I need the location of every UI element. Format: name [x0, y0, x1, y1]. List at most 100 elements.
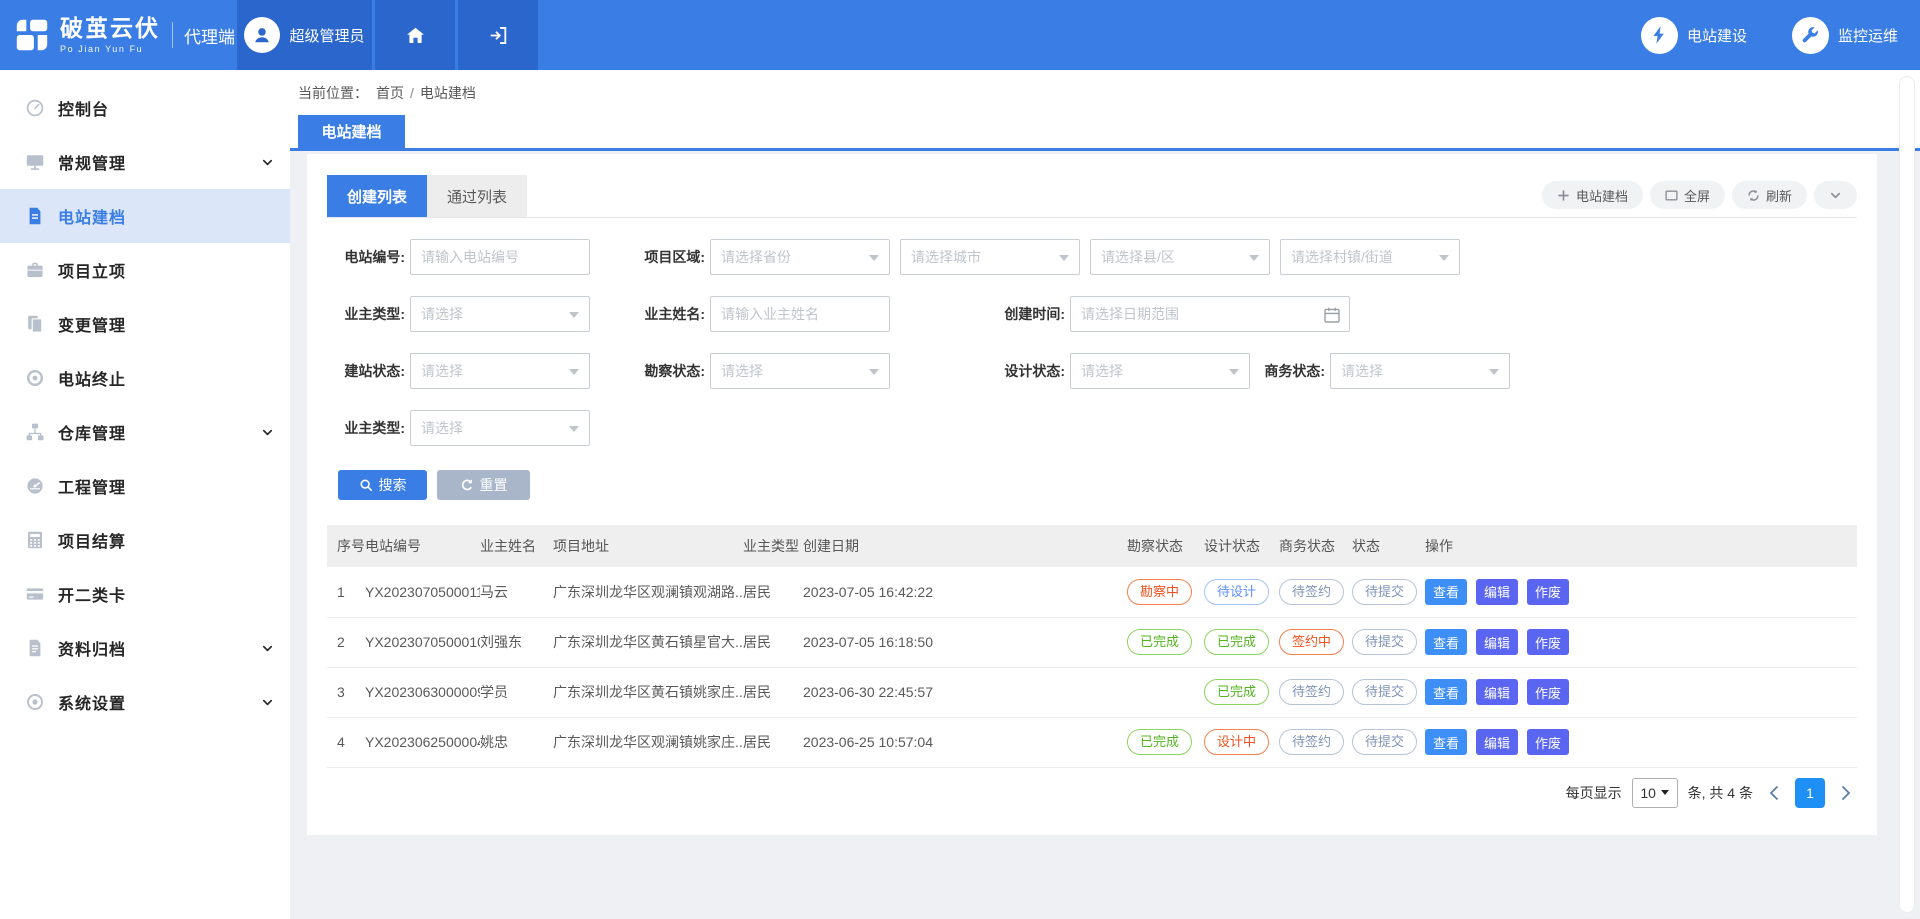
cell-business-status: 待签约	[1279, 567, 1352, 617]
dashboard-icon	[25, 98, 45, 118]
pagination: 每页显示 10 条, 共 4 条 1	[327, 778, 1857, 808]
view-button[interactable]: 查看	[1425, 679, 1467, 705]
select-input[interactable]: 请选择村镇/街道	[1280, 239, 1460, 275]
fullscreen-icon	[1665, 189, 1678, 202]
text-input[interactable]	[710, 296, 890, 332]
sidebar-item-warehouse-mgmt[interactable]: 仓库管理	[0, 405, 290, 459]
sidebar-item-engineering-mgmt[interactable]: 工程管理	[0, 459, 290, 513]
cell-created-date: 2023-07-05 16:18:50	[803, 617, 1127, 667]
view-button[interactable]: 查看	[1425, 629, 1467, 655]
select-input[interactable]: 请选择	[410, 353, 590, 389]
column-header: 勘察状态	[1127, 525, 1204, 567]
cell-seq: 1	[327, 567, 365, 617]
user-name: 超级管理员	[289, 25, 364, 46]
cell-owner-name: 刘强东	[480, 617, 553, 667]
column-header: 操作	[1425, 525, 1857, 567]
sidebar-item-label: 系统设置	[58, 690, 126, 714]
sidebar-item-project-settlement[interactable]: 项目结算	[0, 513, 290, 567]
tab-create-list[interactable]: 创建列表	[327, 175, 427, 217]
settings-icon	[25, 692, 45, 712]
sidebar-item-system-settings[interactable]: 系统设置	[0, 675, 290, 729]
sidebar-item-general-mgmt[interactable]: 常规管理	[0, 135, 290, 189]
logout-button[interactable]	[458, 0, 538, 70]
prev-page-button[interactable]	[1763, 782, 1785, 804]
edit-button[interactable]: 编辑	[1476, 679, 1518, 705]
chevron-down-icon	[261, 642, 274, 655]
status-badge: 待签约	[1279, 729, 1344, 755]
cell-owner-type: 居民	[743, 617, 803, 667]
fullscreen-button[interactable]: 全屏	[1650, 181, 1725, 209]
wrench-icon	[1792, 17, 1829, 54]
column-header: 创建日期	[803, 525, 1127, 567]
edit-button[interactable]: 编辑	[1476, 629, 1518, 655]
cell-status: 待提交	[1352, 717, 1425, 767]
select-input[interactable]: 请选择	[410, 296, 590, 332]
cell-business-status: 待签约	[1279, 667, 1352, 717]
sidebar-item-console[interactable]: 控制台	[0, 81, 290, 135]
sidebar-item-label: 常规管理	[58, 150, 126, 174]
select-input[interactable]: 请选择	[410, 410, 590, 446]
filter-group: 电站编号:	[333, 239, 590, 275]
cell-station-code: YX2023070500011	[365, 567, 480, 617]
edit-button[interactable]: 编辑	[1476, 729, 1518, 755]
void-button[interactable]: 作废	[1527, 679, 1569, 705]
filter-label: 电站编号:	[333, 247, 405, 267]
sidebar-item-station-termination[interactable]: 电站终止	[0, 351, 290, 405]
tab-passed-list[interactable]: 通过列表	[427, 175, 527, 217]
cell-design-status: 设计中	[1204, 717, 1279, 767]
home-button[interactable]	[375, 0, 455, 70]
page-tab-station-archive[interactable]: 电站建档	[298, 115, 405, 148]
page-size-select[interactable]: 10	[1632, 778, 1678, 808]
sidebar-item-data-archive[interactable]: 资料归档	[0, 621, 290, 675]
view-button[interactable]: 查看	[1425, 579, 1467, 605]
select-input[interactable]: 请选择城市	[900, 239, 1080, 275]
filter-label: 业主类型:	[333, 304, 405, 324]
select-input[interactable]: 请选择	[710, 353, 890, 389]
collapse-button[interactable]	[1814, 181, 1857, 209]
text-input[interactable]	[410, 239, 590, 275]
cell-survey-status: 勘察中	[1127, 567, 1204, 617]
sidebar-item-station-archive[interactable]: 电站建档	[0, 189, 290, 243]
breadcrumb-home-link[interactable]: 首页	[376, 83, 404, 103]
filter-label: 创建时间:	[993, 304, 1065, 324]
stations-table: 序号电站编号业主姓名项目地址业主类型创建日期勘察状态设计状态商务状态状态操作 1…	[327, 525, 1857, 768]
select-input[interactable]: 请选择县/区	[1090, 239, 1270, 275]
select-input[interactable]: 请选择	[1070, 353, 1250, 389]
void-button[interactable]: 作废	[1527, 729, 1569, 755]
filter-label: 建站状态:	[333, 361, 405, 381]
table-body: 1YX2023070500011马云广东深圳龙华区观澜镇观湖路...居民2023…	[327, 567, 1857, 767]
sidebar-item-type2-card[interactable]: 开二类卡	[0, 567, 290, 621]
breadcrumb-prefix: 当前位置：	[298, 83, 368, 103]
void-button[interactable]: 作废	[1527, 579, 1569, 605]
sidebar-item-project-initiation[interactable]: 项目立项	[0, 243, 290, 297]
reset-button[interactable]: 重置	[437, 470, 530, 500]
refresh-button[interactable]: 刷新	[1732, 181, 1807, 209]
edit-button[interactable]: 编辑	[1476, 579, 1518, 605]
search-button[interactable]: 搜索	[338, 470, 427, 500]
page-number-button[interactable]: 1	[1795, 778, 1825, 808]
user-menu[interactable]: 超级管理员	[237, 0, 372, 70]
quick-nav-station-construction[interactable]: 电站建设	[1641, 17, 1747, 54]
date-range-input[interactable]: 请选择日期范围	[1070, 296, 1350, 332]
void-button[interactable]: 作废	[1527, 629, 1569, 655]
sidebar-item-change-mgmt[interactable]: 变更管理	[0, 297, 290, 351]
total-count-label: 条, 共 4 条	[1688, 783, 1753, 803]
page-scrollbar[interactable]	[1899, 76, 1915, 913]
quick-nav-monitoring-ops[interactable]: 监控运维	[1792, 17, 1898, 54]
document-icon	[25, 206, 45, 226]
select-input[interactable]: 请选择省份	[710, 239, 890, 275]
filter-group: 业主类型:请选择	[333, 410, 590, 446]
column-header: 项目地址	[553, 525, 743, 567]
status-badge: 待签约	[1279, 579, 1344, 605]
caret-down-icon	[869, 369, 879, 375]
next-page-button[interactable]	[1835, 782, 1857, 804]
filter-row: 业主类型:请选择	[327, 410, 1857, 446]
view-button[interactable]: 查看	[1425, 729, 1467, 755]
filter-group: 业主类型:请选择	[333, 296, 590, 332]
select-input[interactable]: 请选择	[1330, 353, 1510, 389]
refresh-icon	[1747, 189, 1760, 202]
cell-actions: 查看编辑作废	[1425, 667, 1857, 717]
column-header: 业主姓名	[480, 525, 553, 567]
avatar	[244, 17, 280, 53]
create-station-button[interactable]: 电站建档	[1542, 181, 1643, 209]
